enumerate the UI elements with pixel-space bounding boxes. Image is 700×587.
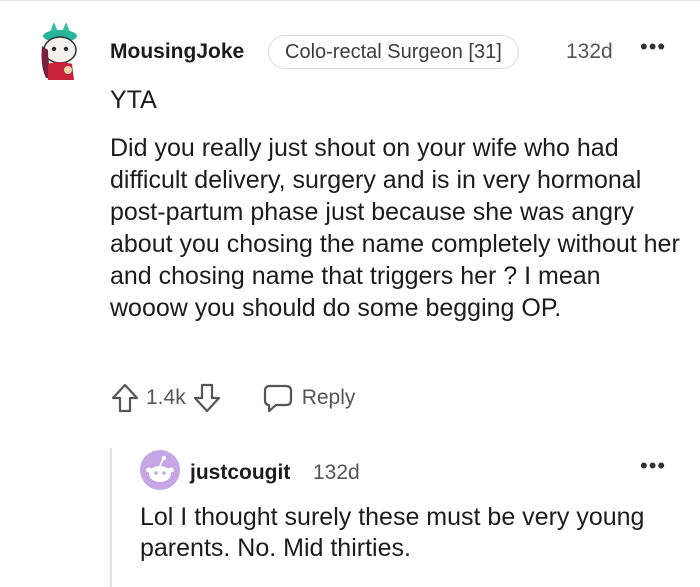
snoo-avatar-icon xyxy=(140,450,180,490)
comment-timestamp[interactable]: 132d xyxy=(566,40,613,64)
reply-more-options-icon[interactable]: ••• xyxy=(640,453,666,479)
more-options-icon[interactable]: ••• xyxy=(640,34,666,60)
vote-count: 1.4k xyxy=(146,386,186,409)
comment-paragraph: YTA xyxy=(110,86,157,114)
comment-body: YTA Did you really just shout on your wi… xyxy=(110,84,680,324)
reply-timestamp[interactable]: 132d xyxy=(313,461,360,485)
reply-username[interactable]: justcougit xyxy=(190,461,290,485)
reply-body: Lol I thought surely these must be very … xyxy=(140,502,680,564)
downvote-button[interactable] xyxy=(192,382,222,414)
comment-paragraph: Did you really just shout on your wife w… xyxy=(110,134,680,322)
comment-bubble-icon xyxy=(263,384,292,413)
reply-text: Lol I thought surely these must be very … xyxy=(140,503,645,562)
upvote-arrow-icon xyxy=(111,383,139,413)
top-divider xyxy=(0,0,700,1)
user-avatar[interactable] xyxy=(36,22,82,82)
comment-username[interactable]: MousingJoke xyxy=(110,40,244,64)
reply-user-avatar[interactable] xyxy=(140,450,180,490)
upvote-button[interactable] xyxy=(110,382,140,414)
snoo-avatar-icon xyxy=(41,22,77,80)
comment-actions: 1.4k Reply xyxy=(110,380,355,416)
reply-button[interactable]: Reply xyxy=(262,383,356,413)
downvote-arrow-icon xyxy=(193,383,220,413)
reply-label: Reply xyxy=(301,386,356,409)
user-flair: Colo-rectal Surgeon [31] xyxy=(268,35,519,69)
thread-line[interactable] xyxy=(110,448,112,587)
